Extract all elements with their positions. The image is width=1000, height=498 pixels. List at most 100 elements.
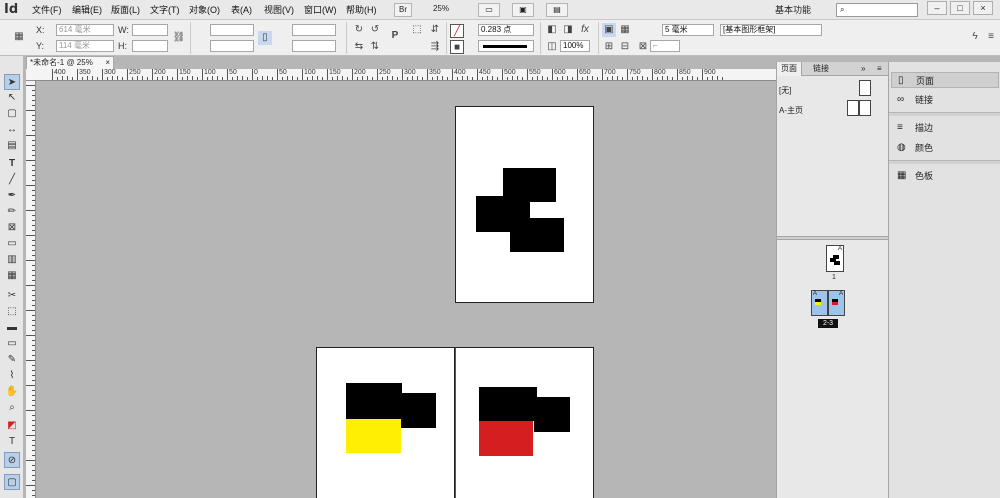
menu-window[interactable]: 窗口(W) — [304, 4, 337, 16]
dock-item-links[interactable]: ∞ 链接 — [891, 92, 999, 108]
align-right-icon[interactable]: ⊠ — [636, 40, 650, 54]
gradient-feather-tool-icon[interactable]: ▭ — [4, 336, 20, 352]
corner-options-select[interactable]: ⌐ — [650, 40, 680, 52]
menu-type[interactable]: 文字(T) — [150, 4, 180, 16]
reference-point-icon[interactable]: ▦ — [12, 30, 26, 44]
selection-tool-icon[interactable]: ➤ — [4, 74, 20, 90]
menu-view[interactable]: 视图(V) — [264, 4, 294, 16]
tab-close-icon[interactable]: × — [105, 57, 110, 69]
y-position-field[interactable]: 114 毫米 — [56, 40, 114, 52]
drop-shadow-icon[interactable]: ◧ — [545, 23, 559, 37]
tab-pages[interactable]: 页面 — [777, 62, 802, 76]
page-1[interactable] — [455, 106, 594, 303]
page-3[interactable] — [455, 347, 594, 498]
wrap-none-icon[interactable]: ▣ — [602, 23, 616, 37]
note-tool-icon[interactable]: ✎ — [4, 352, 20, 368]
select-container-icon[interactable]: ⬚ — [410, 23, 424, 37]
document-canvas[interactable] — [37, 82, 776, 498]
spacing-field[interactable]: 5 毫米 — [662, 24, 714, 36]
search-input[interactable]: ⌕ — [836, 3, 918, 17]
black-rectangle[interactable] — [534, 397, 570, 432]
scissors-tool-icon[interactable]: ✂ — [4, 288, 20, 304]
zoom-tool-icon[interactable]: ⌕ — [4, 400, 20, 416]
dock-item-color[interactable]: ◍ 颜色 — [891, 140, 999, 156]
panel-menu-icon[interactable]: ≡ — [984, 30, 998, 44]
master-none-thumbnail[interactable] — [859, 80, 871, 96]
rectangle-tool-icon[interactable]: ▭ — [4, 236, 20, 252]
constrain-scale-icon[interactable]: ▯ — [258, 31, 272, 45]
black-rectangle[interactable] — [479, 387, 537, 421]
horizontal-ruler[interactable]: 400 350 300 250 200 150 100 50 0 50 100 150 200 250 30… — [26, 69, 776, 81]
select-prev-icon[interactable]: ⇵ — [428, 23, 442, 37]
arrange-documents-button[interactable]: ▤ — [546, 3, 568, 17]
vertical-ruler[interactable] — [26, 81, 36, 498]
gap-tool-icon[interactable]: ↔ — [4, 122, 20, 138]
menu-file[interactable]: 文件(F) — [32, 4, 62, 16]
page-2-thumbnail[interactable]: A — [811, 290, 828, 316]
workspace-switcher[interactable]: 基本功能 — [775, 4, 811, 16]
screen-mode-button[interactable]: ▣ — [512, 3, 534, 17]
rotate-ccw-icon[interactable]: ↺ — [368, 23, 382, 37]
gradient-swatch-tool-icon[interactable]: ▬ — [4, 320, 20, 336]
black-rectangle[interactable] — [510, 218, 564, 252]
zoom-level[interactable]: 25% — [422, 3, 460, 17]
panel-divider[interactable] — [777, 236, 889, 240]
rotation-field[interactable] — [292, 24, 336, 36]
yellow-rectangle[interactable] — [346, 419, 401, 453]
red-rectangle[interactable] — [479, 421, 533, 456]
stroke-weight-field[interactable]: 0.283 点 — [478, 24, 534, 36]
apply-none-icon[interactable]: ⊘ — [4, 452, 20, 468]
stroke-swatch-icon[interactable]: ■ — [450, 40, 464, 54]
dock-item-stroke[interactable]: ≡ 描边 — [891, 120, 999, 136]
page-1-thumbnail[interactable]: A — [826, 245, 844, 272]
screen-mode-icon[interactable]: ▢ — [4, 474, 20, 490]
align-center-icon[interactable]: ⊟ — [618, 40, 632, 54]
height-field[interactable] — [132, 40, 168, 52]
free-transform-tool-icon[interactable]: ⬚ — [4, 304, 20, 320]
rectangle-frame-tool-icon[interactable]: ⊠ — [4, 220, 20, 236]
quick-apply-icon[interactable]: ϟ — [968, 30, 982, 44]
page-2[interactable] — [316, 347, 455, 498]
eyedropper-tool-icon[interactable]: ⌇ — [4, 368, 20, 384]
object-style-select[interactable]: [基本图形框架] — [720, 24, 822, 36]
master-a-right-thumbnail[interactable] — [859, 100, 871, 116]
rotate-cw-icon[interactable]: ↻ — [352, 23, 366, 37]
fill-swatch-icon[interactable]: ╱ — [450, 24, 464, 38]
view-options-button[interactable]: ▭ — [478, 3, 500, 17]
fill-stroke-icon[interactable]: ◩ — [4, 418, 20, 434]
formatting-affects-icon[interactable]: T — [4, 434, 20, 450]
dock-item-swatches[interactable]: ▦ 色板 — [891, 168, 999, 184]
master-a-left-thumbnail[interactable] — [847, 100, 859, 116]
direct-selection-tool-icon[interactable]: ↖ — [4, 90, 20, 106]
pen-tool-icon[interactable]: ✒ — [4, 188, 20, 204]
page-3-thumbnail[interactable]: A — [828, 290, 845, 316]
document-tab[interactable]: *未命名-1 @ 25% × — [26, 56, 114, 69]
flip-horizontal-icon[interactable]: ⇆ — [352, 40, 366, 54]
type-tool-icon[interactable]: T — [4, 156, 20, 172]
line-tool-icon[interactable]: ╱ — [4, 172, 20, 188]
master-none[interactable]: [无] — [779, 86, 791, 96]
master-a[interactable]: A-主页 — [779, 106, 803, 116]
panel-menu-icon[interactable]: ≡ — [873, 62, 886, 76]
constrain-proportions-icon[interactable]: ⛓ — [172, 31, 186, 45]
grid-tool-icon[interactable]: ▥ — [4, 252, 20, 268]
scale-y-field[interactable] — [210, 40, 254, 52]
table-tool-icon[interactable]: ▦ — [4, 268, 20, 284]
hand-tool-icon[interactable]: ✋ — [4, 384, 20, 400]
menu-edit[interactable]: 编辑(E) — [72, 4, 102, 16]
menu-object[interactable]: 对象(O) — [189, 4, 220, 16]
close-button[interactable]: × — [973, 1, 993, 15]
pencil-tool-icon[interactable]: ✏ — [4, 204, 20, 220]
flip-vertical-icon[interactable]: ⇅ — [368, 40, 382, 54]
bridge-button[interactable]: Br — [394, 3, 412, 17]
shadow-toggle-icon[interactable]: ◨ — [561, 23, 575, 37]
scale-x-field[interactable] — [210, 24, 254, 36]
wrap-bounding-icon[interactable]: ▦ — [618, 23, 632, 37]
select-content-icon[interactable]: P — [388, 29, 402, 43]
effects-icon[interactable]: fx — [578, 23, 592, 37]
opacity-icon[interactable]: ◫ — [545, 40, 559, 54]
black-rectangle[interactable] — [399, 393, 436, 428]
maximize-button[interactable]: □ — [950, 1, 970, 15]
x-position-field[interactable]: 614 毫米 — [56, 24, 114, 36]
menu-layout[interactable]: 版面(L) — [111, 4, 140, 16]
